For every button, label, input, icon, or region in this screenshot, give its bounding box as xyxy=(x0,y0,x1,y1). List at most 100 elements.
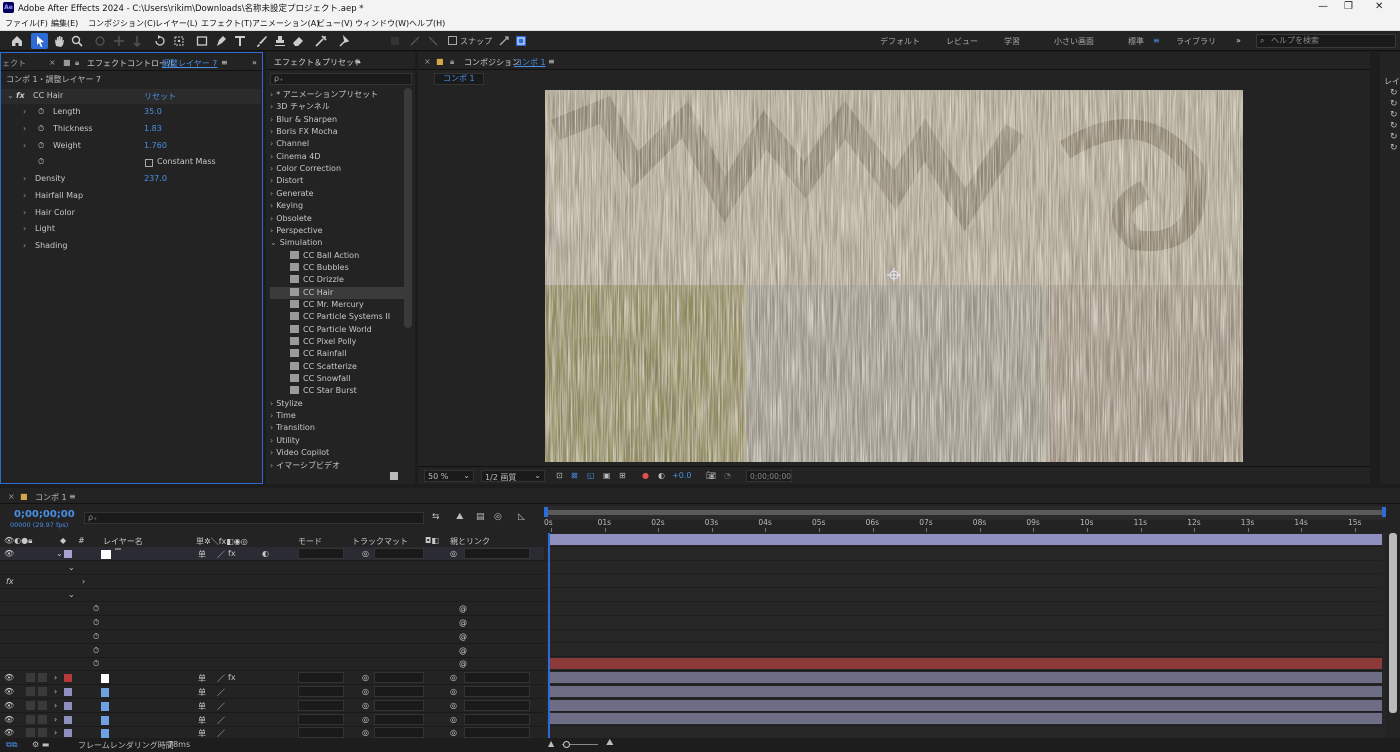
label-color-swatch[interactable] xyxy=(64,688,72,696)
mode-column[interactable]: モード xyxy=(298,536,322,547)
workspace-libraries[interactable]: ライブラリ xyxy=(1176,36,1216,47)
table-row[interactable]: ⏱ @ xyxy=(0,644,544,658)
track-row[interactable] xyxy=(546,657,1382,671)
shy-switch-icon[interactable]: 单 xyxy=(198,701,206,712)
blend-mode-dropdown[interactable] xyxy=(298,548,344,559)
effect-category[interactable]: › Perspective xyxy=(270,225,408,237)
param-weight-value[interactable]: 1.760 xyxy=(144,141,167,150)
audio-switch[interactable] xyxy=(26,700,35,710)
effect-category[interactable]: › Video Copilot xyxy=(270,447,408,459)
effect-category[interactable]: › Boris FX Mocha xyxy=(270,126,408,138)
fx-icon[interactable]: fx xyxy=(16,91,25,100)
layer-bar[interactable] xyxy=(550,658,1382,670)
dolly-camera-icon[interactable] xyxy=(130,34,144,48)
track-row[interactable] xyxy=(546,602,1382,616)
parent-pickwhip-icon[interactable]: ◎ xyxy=(450,549,457,558)
collapse-chevron-icon[interactable]: ⌄ xyxy=(7,91,14,100)
track-row[interactable] xyxy=(546,616,1382,630)
expand-chevron-icon[interactable]: › xyxy=(23,191,26,200)
effect-category[interactable]: › Generate xyxy=(270,188,408,200)
help-search-input[interactable]: ⌕ ヘルプを検索 xyxy=(1256,34,1396,48)
time-ruler[interactable]: 0s 01s 02s 03s 04s 05s 06s 07s 08s 09s 10s 11s 12s 13… xyxy=(544,516,1386,534)
pan-camera-icon[interactable] xyxy=(112,34,126,48)
expand-chevron-icon[interactable]: ⌄ xyxy=(68,563,75,572)
collapsed-panel-tab[interactable]: レイ xyxy=(1384,76,1400,87)
track-row[interactable] xyxy=(546,547,1382,561)
stopwatch-icon[interactable]: ⏱ xyxy=(93,646,99,656)
type-tool-icon[interactable] xyxy=(233,34,247,48)
solo-switch[interactable] xyxy=(38,700,47,710)
track-row[interactable] xyxy=(546,630,1382,644)
footer-pane-icons[interactable]: ⚙ ▬ xyxy=(32,740,49,749)
track-row[interactable] xyxy=(546,685,1382,699)
effect-item[interactable]: CC Pixel Polly xyxy=(270,336,408,348)
track-matte-pickwhip-icon[interactable]: ◎ xyxy=(362,728,369,737)
workspace-overflow-icon[interactable]: » xyxy=(1236,36,1241,45)
effect-item[interactable]: CC Particle World xyxy=(270,324,408,336)
label-color-swatch[interactable] xyxy=(64,701,72,710)
table-row[interactable]: 👁︎ › 单 ／ ◎ ◎ xyxy=(0,713,544,727)
composition-mini-flowchart-icon[interactable]: ⇆ xyxy=(432,512,440,522)
group-shading[interactable]: Shading xyxy=(35,241,68,250)
group-light[interactable]: Light xyxy=(35,224,55,233)
parent-column[interactable]: 親とリンク xyxy=(450,536,490,547)
expression-pickwhip-icon[interactable]: @ xyxy=(459,646,467,655)
layer-name[interactable] xyxy=(115,548,121,550)
menu-hamburger-icon[interactable]: ■ xyxy=(63,58,71,67)
lock-icon[interactable]: 🔒︎ xyxy=(450,57,454,67)
parent-dropdown[interactable] xyxy=(464,548,530,559)
composition-name-tab[interactable]: コンポ 1 xyxy=(514,57,546,68)
track-matte-pickwhip-icon[interactable]: ◎ xyxy=(362,701,369,710)
snap-checkbox[interactable] xyxy=(448,36,457,45)
guide-options-icon[interactable]: ⊞ xyxy=(619,471,626,480)
menu-view[interactable]: ビュー(V) xyxy=(317,18,353,29)
visibility-eye-icon[interactable]: 👁︎ xyxy=(4,549,14,558)
quality-switch-icon[interactable]: ／ xyxy=(217,687,225,698)
menu-file[interactable]: ファイル(F) xyxy=(5,18,48,29)
visibility-eye-icon[interactable]: 👁︎ xyxy=(4,728,14,737)
effects-presets-tab[interactable]: エフェクト＆プリセット xyxy=(274,57,362,68)
audio-switch[interactable] xyxy=(26,673,35,683)
comp-navigator-tab[interactable]: コンポ 1 xyxy=(434,73,484,85)
track-row[interactable] xyxy=(546,574,1382,589)
parent-pickwhip-icon[interactable]: ◎ xyxy=(450,715,457,724)
layer-bar[interactable] xyxy=(550,672,1382,683)
track-matte-dropdown[interactable] xyxy=(374,699,424,711)
current-time-indicator[interactable] xyxy=(548,533,550,738)
label-color-swatch[interactable] xyxy=(64,674,72,683)
layer-bar[interactable] xyxy=(550,713,1382,725)
pan-behind-tool-icon[interactable] xyxy=(172,34,186,48)
parent-dropdown[interactable] xyxy=(464,727,530,739)
adjustment-switch-icon[interactable]: ◐ xyxy=(262,549,269,558)
eraser-tool-icon[interactable] xyxy=(291,34,305,48)
graph-editor-icon[interactable]: ◺ xyxy=(518,512,525,522)
transparency-grid-icon[interactable]: ⊠ xyxy=(571,471,578,480)
parent-dropdown[interactable] xyxy=(464,672,530,684)
table-row[interactable]: 👁︎ › 单 ／ ◎ ◎ xyxy=(0,699,544,713)
table-row[interactable]: 👁︎ ⌄ fx ◐ 单 ／ ◎ ◎ xyxy=(0,547,544,561)
effect-category[interactable]: › Keying xyxy=(270,200,408,212)
effects-scrollbar[interactable] xyxy=(404,88,412,328)
panel-overflow-icon[interactable]: » xyxy=(252,58,257,67)
snap-options-icon[interactable] xyxy=(497,34,511,48)
track-matte-column[interactable]: トラックマット xyxy=(352,536,408,547)
region-of-interest-icon[interactable]: ▣ xyxy=(603,471,611,480)
expand-chevron-icon[interactable]: › xyxy=(23,224,26,233)
maximize-button[interactable]: ❐ xyxy=(1344,1,1353,12)
blend-mode-dropdown[interactable] xyxy=(298,699,344,711)
stopwatch-icon[interactable]: ⏱ xyxy=(38,107,44,117)
track-matte-pickwhip-icon[interactable]: ◎ xyxy=(362,715,369,724)
parent-pickwhip-icon[interactable]: ◎ xyxy=(450,701,457,710)
panel-menu-icon[interactable]: ≡ xyxy=(354,57,361,66)
quality-switch-icon[interactable]: ／ xyxy=(217,549,225,560)
frame-blending-icon[interactable]: ▤ xyxy=(476,512,485,522)
effect-item[interactable]: CC Particle Systems II xyxy=(270,311,408,323)
effect-category[interactable]: › * アニメーションプリセット xyxy=(270,89,408,101)
stopwatch-icon[interactable]: ⏱ xyxy=(38,157,44,167)
table-row[interactable]: ⌄ xyxy=(0,561,544,575)
blend-mode-dropdown[interactable] xyxy=(298,686,344,697)
layer-bar[interactable] xyxy=(550,699,1382,711)
effect-category[interactable]: › Distort xyxy=(270,175,408,187)
roto-brush-icon[interactable] xyxy=(314,34,328,48)
zoom-in-icon[interactable]: ⛰ xyxy=(606,738,614,748)
